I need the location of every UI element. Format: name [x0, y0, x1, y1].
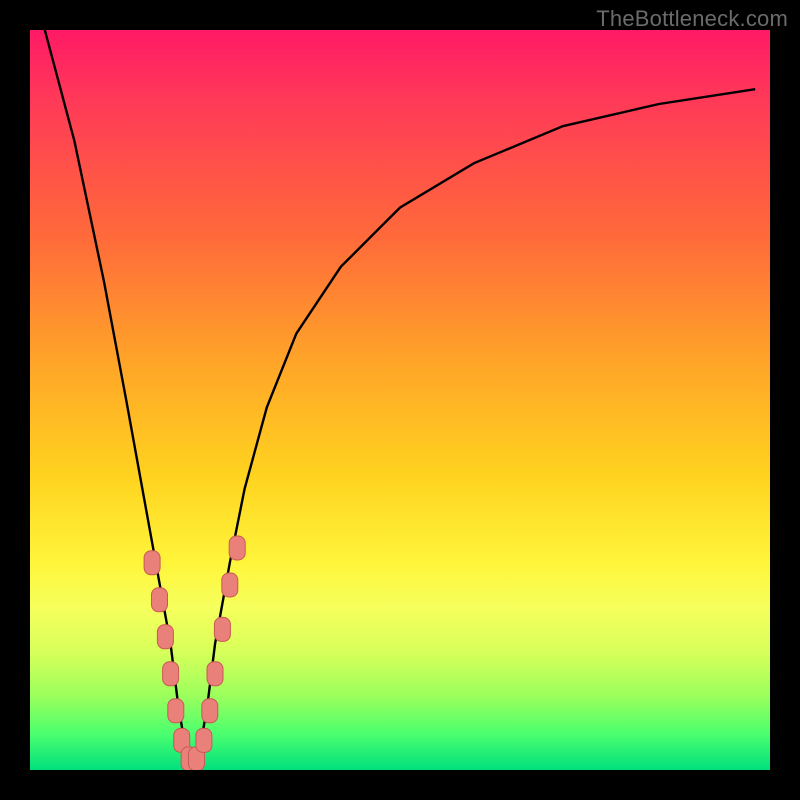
curve-marker [157, 625, 173, 649]
curve-marker [229, 536, 245, 560]
curve-marker [222, 573, 238, 597]
chart-svg [30, 30, 770, 770]
curve-marker [163, 662, 179, 686]
curve-marker [168, 699, 184, 723]
curve-marker [202, 699, 218, 723]
marker-group [144, 536, 245, 770]
curve-marker [207, 662, 223, 686]
curve-marker [152, 588, 168, 612]
outer-frame: TheBottleneck.com [0, 0, 800, 800]
curve-marker [214, 617, 230, 641]
curve-marker [144, 551, 160, 575]
curve-marker [196, 728, 212, 752]
bottleneck-curve [45, 30, 755, 770]
plot-area [30, 30, 770, 770]
watermark-text: TheBottleneck.com [596, 6, 788, 32]
